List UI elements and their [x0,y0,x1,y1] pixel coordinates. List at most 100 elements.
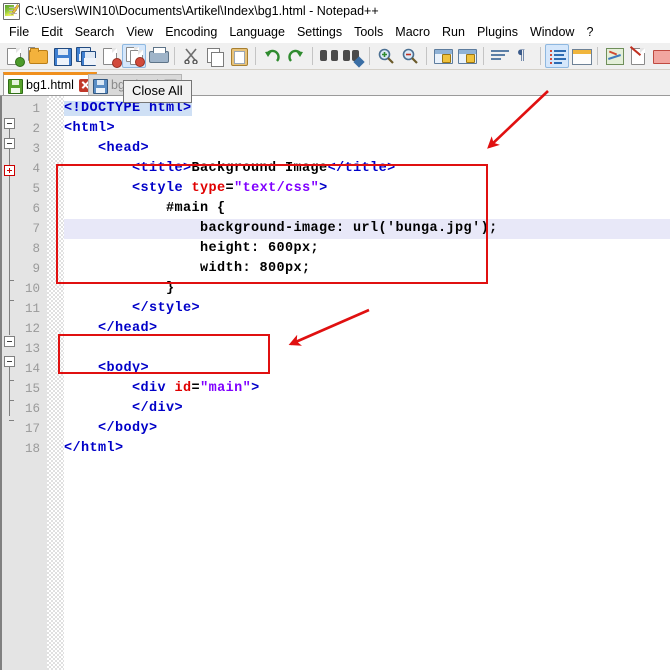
code-token: <!DOCTYPE html> [64,101,192,116]
new-file-icon[interactable] [2,44,26,68]
save-all-icon[interactable] [74,44,98,68]
fold-line [9,149,10,165]
menu-item-plugins[interactable]: Plugins [471,23,524,42]
code-token: </div> [64,401,183,416]
fold-line [9,129,10,138]
replace-icon[interactable] [341,44,365,68]
menu-item-view[interactable]: View [120,23,159,42]
code-line[interactable]: </div> [64,399,183,419]
line-number: 17 [0,419,40,439]
menu-item-file[interactable]: File [3,23,35,42]
code-token: "main" [200,381,251,396]
code-token: </style> [64,301,200,316]
fold-marker-div[interactable] [4,356,15,367]
word-wrap-icon[interactable] [488,44,512,68]
code-line[interactable]: background-image: url('bunga.jpg'); [64,219,498,239]
zoom-in-icon[interactable] [374,44,398,68]
tooltip-close-all: Close All [123,80,192,103]
menu-item-edit[interactable]: Edit [35,23,69,42]
code-line[interactable]: <div id="main"> [64,379,260,399]
indent-guide-icon[interactable] [545,44,569,68]
menu-item-encoding[interactable]: Encoding [159,23,223,42]
code-line[interactable]: </html> [64,439,124,459]
fold-margin[interactable] [47,96,64,670]
toolbar-separator [426,47,427,65]
code-token: = [226,181,235,196]
code-line[interactable]: <html> [64,119,115,139]
code-line[interactable]: } [64,279,175,299]
code-line[interactable]: width: 800px; [64,259,311,279]
fold-marker-body[interactable] [4,336,15,347]
code-token: </head> [64,321,158,336]
code-lines[interactable]: <!DOCTYPE html> <html> <head> <title>Back… [64,96,670,670]
paste-icon[interactable] [227,44,251,68]
saved-document-icon [8,79,22,92]
tab-bg1-html[interactable]: bg1.html [3,72,97,95]
folder-as-workspace-icon[interactable] [650,44,670,68]
tab-bar: bg1.html bg2.html [0,70,670,95]
code-line[interactable]: #main { [64,199,226,219]
toolbar-separator [540,47,541,65]
menu-item-settings[interactable]: Settings [291,23,348,42]
print-icon[interactable] [146,44,170,68]
close-file-icon[interactable] [98,44,122,68]
code-line[interactable]: </body> [64,419,158,439]
code-line[interactable]: </style> [64,299,200,319]
sync-horizontal-scroll-icon[interactable] [455,44,479,68]
fold-marker-html[interactable] [4,118,15,129]
find-icon[interactable] [317,44,341,68]
open-file-icon[interactable] [26,44,50,68]
scissors-icon [184,48,198,64]
code-line[interactable]: <style type="text/css"> [64,179,328,199]
menu-item-tools[interactable]: Tools [348,23,389,42]
code-token: </body> [64,421,158,436]
menu-bar: File Edit Search View Encoding Language … [0,22,670,43]
code-token: <style [64,181,192,196]
toolbar-separator [174,47,175,65]
notepad-plus-plus-window: C:\Users\WIN10\Documents\Artikel\Index\b… [0,0,670,670]
code-line[interactable]: height: 600px; [64,239,319,259]
toolbar-separator [369,47,370,65]
code-token: > [319,181,328,196]
code-line[interactable]: <title>Background Image</title> [64,159,396,179]
sync-vertical-scroll-icon[interactable] [431,44,455,68]
menu-item-macro[interactable]: Macro [389,23,436,42]
menu-item-search[interactable]: Search [69,23,121,42]
save-icon[interactable] [50,44,74,68]
code-line[interactable]: </head> [64,319,158,339]
title-bar: C:\Users\WIN10\Documents\Artikel\Index\b… [0,0,670,22]
fold-marker-head[interactable] [4,138,15,149]
user-defined-dialog-icon[interactable] [569,44,593,68]
redo-icon[interactable] [284,44,308,68]
document-map-icon[interactable] [602,44,626,68]
saved-document-icon [93,79,107,92]
code-editor[interactable]: 123456789101112131415161718 <!DOCTYPE ht… [0,95,670,670]
code-token: > [251,381,260,396]
line-number: 7 [0,219,40,239]
close-all-icon[interactable] [122,44,146,68]
menu-item-run[interactable]: Run [436,23,471,42]
menu-item-help[interactable]: ? [580,23,599,42]
code-token: height: 600px; [64,241,319,256]
fold-end [9,300,14,301]
fold-line [9,367,10,380]
code-line[interactable]: <body> [64,359,149,379]
toolbar: ¶ [0,43,670,70]
undo-arrow-icon [264,48,280,64]
fold-line [9,280,10,335]
cut-icon[interactable] [179,44,203,68]
copy-icon[interactable] [203,44,227,68]
function-list-icon[interactable] [626,44,650,68]
undo-icon[interactable] [260,44,284,68]
line-number: 6 [0,199,40,219]
show-all-characters-icon[interactable]: ¶ [512,44,536,68]
menu-item-language[interactable]: Language [223,23,291,42]
toolbar-separator [597,47,598,65]
pencil-icon [11,4,19,16]
fold-marker-style[interactable] [4,165,15,176]
zoom-out-icon[interactable] [398,44,422,68]
code-token: width: 800px; [64,261,311,276]
menu-item-window[interactable]: Window [524,23,580,42]
code-line[interactable]: <head> [64,139,149,159]
code-token: id [175,381,192,396]
